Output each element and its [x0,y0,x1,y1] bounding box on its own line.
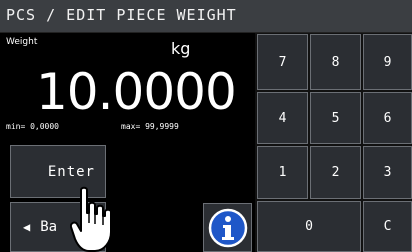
weight-display: Weight kg 10.0000 min= 0,0000 max= 99,99… [0,33,254,144]
hand-pointer-icon [70,186,112,252]
left-arrow-icon: ◀ [23,220,31,234]
key-3[interactable]: 3 [363,146,412,199]
weight-label: Weight [6,37,38,47]
key-8[interactable]: 8 [310,34,361,90]
weight-value: 10.0000 [36,63,237,121]
key-1[interactable]: 1 [257,146,308,199]
enter-button-label: Enter [47,163,95,180]
key-0[interactable]: 0 [257,201,361,252]
back-button-label: Ba [40,219,58,235]
key-clear[interactable]: C [363,201,412,252]
key-9-label: 9 [383,54,392,70]
key-2[interactable]: 2 [310,146,361,199]
info-button[interactable] [203,203,252,252]
key-7[interactable]: 7 [257,34,308,90]
key-2-label: 2 [331,165,340,180]
unit-label: kg [171,39,191,58]
info-icon [208,208,248,248]
key-3-label: 3 [383,165,392,180]
key-8-label: 8 [331,54,340,70]
key-4[interactable]: 4 [257,92,308,144]
key-5-label: 5 [331,110,340,126]
page-title: PCS / EDIT PIECE WEIGHT [6,6,237,24]
max-value: max= 99,9999 [121,122,179,131]
title-bar: PCS / EDIT PIECE WEIGHT [0,0,412,33]
key-6-label: 6 [383,110,392,126]
key-4-label: 4 [278,110,287,126]
key-7-label: 7 [278,54,287,70]
min-value: min= 0,0000 [6,122,59,131]
key-6[interactable]: 6 [363,92,412,144]
key-5[interactable]: 5 [310,92,361,144]
key-0-label: 0 [305,219,313,234]
key-1-label: 1 [278,165,287,180]
key-9[interactable]: 9 [363,34,412,90]
key-clear-label: C [383,219,392,234]
